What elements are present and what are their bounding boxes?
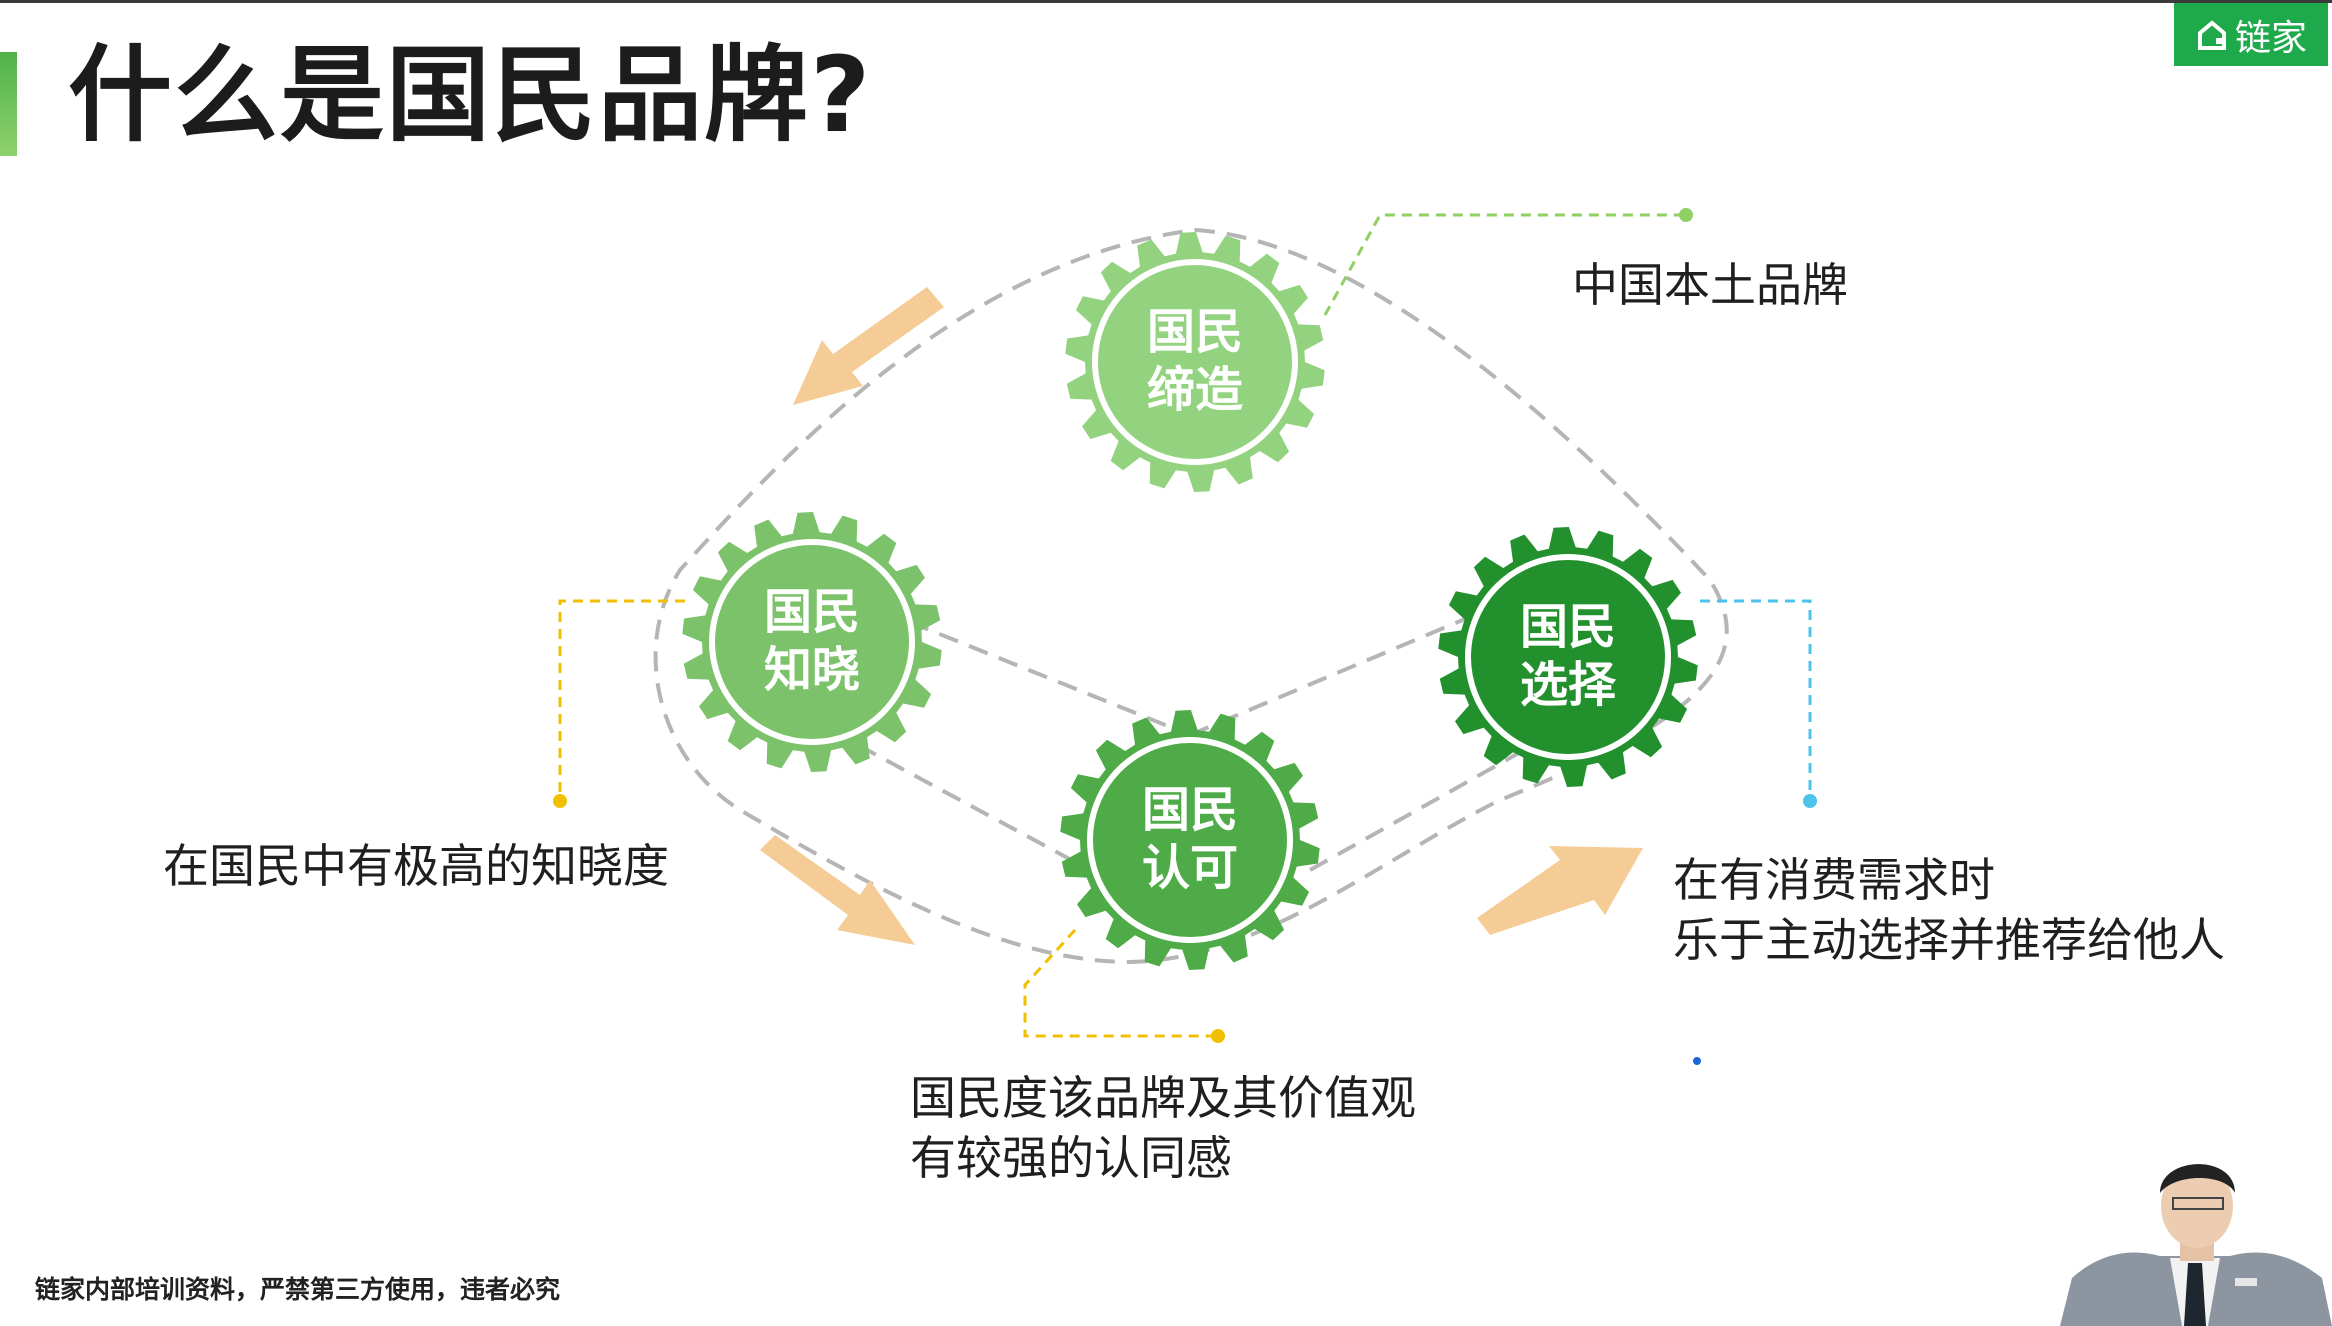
desc-create-line1: 中国本土品牌	[1572, 258, 1848, 312]
desc-approve-line1: 国民度该品牌及其价值观	[910, 1071, 1416, 1125]
gear-label-line1: 国民	[764, 584, 860, 640]
gear-label-line1: 国民	[1520, 599, 1616, 655]
flow-arrow-bottom-right	[1477, 846, 1643, 935]
desc-create: 中国本土品牌	[1572, 255, 1848, 315]
flow-arrow-bottom-left	[760, 835, 915, 945]
gear-label-line2: 知晓	[764, 642, 860, 698]
leader-choose	[1700, 599, 1812, 801]
gear-national-creation: 国民缔造	[1065, 232, 1325, 492]
inner-link-left	[879, 608, 1191, 737]
gear-label-line2: 选择	[1520, 657, 1617, 713]
gear-label-line2: 缔造	[1147, 362, 1243, 418]
desc-approve-line2: 有较强的认同感	[910, 1131, 1232, 1185]
desc-choose-line2: 乐于主动选择并推荐给他人	[1673, 913, 2225, 967]
leader-choose-dot	[1803, 794, 1817, 808]
gear-label-line1: 国民	[1142, 782, 1238, 838]
desc-know: 在国民中有极高的知晓度	[163, 836, 669, 896]
desc-choose-line1: 在有消费需求时	[1673, 853, 1995, 907]
gear-national-choice: 国民选择	[1438, 527, 1698, 787]
leader-know-dot	[553, 794, 567, 808]
presenter-badge	[2235, 1278, 2257, 1286]
footer-note: 链家内部培训资料，严禁第三方使用，违者必究	[35, 1275, 561, 1304]
accent-dot	[1693, 1057, 1701, 1065]
desc-approve: 国民度该品牌及其价值观 有较强的认同感	[910, 1068, 1416, 1188]
gear-label-line1: 国民	[1147, 304, 1243, 360]
leader-create-dot	[1679, 208, 1693, 222]
desc-choose: 在有消费需求时 乐于主动选择并推荐给他人	[1673, 850, 2225, 970]
leader-know	[558, 599, 685, 801]
inner-link-lower-left	[829, 728, 1091, 872]
gear-national-recognition: 国民认可	[1060, 710, 1320, 970]
gear-label-line2: 认可	[1142, 840, 1238, 896]
presenter-video-thumbnail	[2060, 1164, 2332, 1326]
desc-know-line1: 在国民中有极高的知晓度	[163, 839, 669, 893]
gear-national-awareness: 国民知晓	[682, 512, 942, 772]
leader-approve-dot	[1211, 1029, 1225, 1043]
